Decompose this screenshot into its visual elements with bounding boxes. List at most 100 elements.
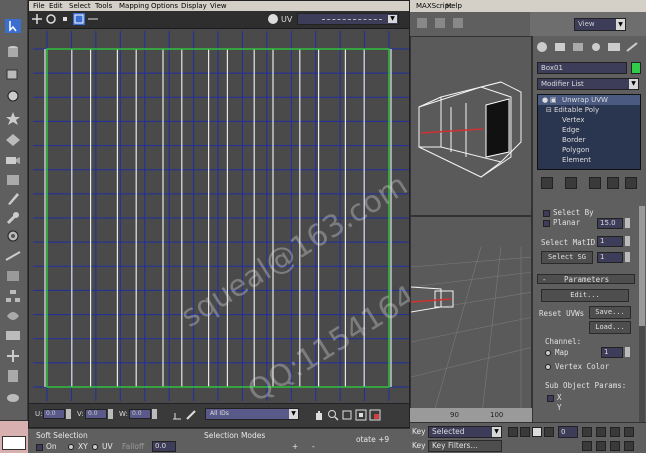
uv-radio[interactable] (92, 444, 98, 450)
edit-button[interactable]: Edit... (541, 289, 629, 302)
add-vertex-icon[interactable]: + (292, 442, 298, 451)
maximize-viewport-icon[interactable] (624, 441, 634, 451)
zoom-extents-viewport-icon[interactable] (624, 427, 634, 437)
rotate-icon[interactable] (45, 13, 57, 25)
cylinder-icon[interactable] (4, 44, 22, 60)
id-filter-dropdown[interactable]: All IDs ▼ (205, 408, 299, 420)
key-mode-dropdown[interactable]: Selected ▼ (428, 426, 502, 438)
select-region-icon[interactable] (434, 17, 446, 29)
stack-item-polygon[interactable]: Polygon (562, 145, 590, 155)
map-channel-field[interactable]: 1 (601, 347, 623, 358)
field-of-view-icon[interactable] (582, 441, 592, 451)
teapot-icon[interactable] (4, 388, 22, 404)
viewport-user[interactable] (410, 36, 532, 216)
map-radio[interactable] (545, 350, 551, 356)
utility-icon[interactable] (4, 348, 22, 364)
previous-frame-icon[interactable] (520, 427, 530, 437)
utilities-tab-icon[interactable] (625, 41, 639, 53)
menu-edit[interactable]: Edit (49, 1, 63, 11)
display-tab-icon[interactable] (607, 41, 621, 53)
play-icon[interactable] (532, 427, 542, 437)
modify-tab-icon[interactable] (553, 41, 567, 53)
xy-radio[interactable] (68, 444, 74, 450)
unwrap-tool-icon[interactable] (4, 268, 22, 284)
reference-coord-dropdown[interactable]: View ▼ (574, 18, 626, 31)
object-name-field[interactable]: Box01 (537, 62, 627, 74)
time-config-icon[interactable] (582, 427, 592, 437)
menu-display[interactable]: Display (181, 1, 207, 11)
scale-icon[interactable] (59, 13, 71, 25)
wrench-icon[interactable] (4, 210, 22, 226)
display-icon[interactable] (4, 328, 22, 344)
u-field[interactable]: 0.0 (43, 409, 65, 419)
falloff-field[interactable]: 0.0 (152, 441, 176, 452)
go-to-start-icon[interactable] (508, 427, 518, 437)
subtract-vertex-icon[interactable]: - (312, 442, 315, 451)
planar-angle-field[interactable]: 15.0 (597, 218, 623, 229)
object-color-swatch[interactable] (631, 62, 641, 74)
soft-on-checkbox[interactable] (36, 444, 43, 451)
pan-icon[interactable] (313, 409, 325, 421)
stack-item-edge[interactable]: Edge (562, 125, 580, 135)
panel-scroll-thumb[interactable] (639, 206, 645, 326)
helper-icon[interactable] (4, 132, 22, 148)
link-icon[interactable] (416, 17, 428, 29)
zoom-region-icon[interactable] (341, 409, 353, 421)
hierarchy-icon[interactable] (4, 288, 22, 304)
next-frame-icon[interactable] (544, 427, 554, 437)
select-by-checkbox[interactable] (543, 210, 550, 217)
u-spinner[interactable] (66, 409, 71, 419)
zoom-all-icon[interactable] (610, 427, 620, 437)
select-matid-label[interactable]: Select MatID (541, 238, 595, 247)
gear-icon[interactable] (4, 228, 22, 244)
parameters-rollout-header[interactable]: - Parameters (537, 274, 635, 284)
mirror-icon[interactable] (87, 13, 99, 25)
orbit-icon[interactable] (610, 441, 620, 451)
uv-display-icon[interactable]: UV (281, 13, 293, 25)
select-sg-spinner[interactable] (625, 252, 630, 262)
freeform-icon[interactable] (73, 13, 85, 25)
create-tab-icon[interactable] (535, 41, 549, 53)
motion-tab-icon[interactable] (589, 41, 603, 53)
light-icon[interactable] (4, 110, 22, 126)
pin-stack-icon[interactable] (541, 177, 553, 189)
motion-icon[interactable] (4, 308, 22, 324)
configure-sets-icon[interactable] (625, 177, 637, 189)
current-frame-field[interactable]: 0 (558, 426, 578, 438)
zoom-icon[interactable] (327, 409, 339, 421)
menu-help[interactable]: Help (446, 1, 462, 11)
select-sg-button[interactable]: Select SG (541, 251, 593, 264)
x-checkbox[interactable] (547, 395, 554, 402)
select-move-icon[interactable] (452, 17, 464, 29)
reset-uvws-button[interactable]: Reset UVWs (539, 309, 584, 318)
menu-options[interactable]: Options (151, 1, 178, 11)
timeline-ruler[interactable]: 90 100 (410, 408, 532, 422)
lock-icon[interactable] (171, 409, 183, 421)
color-swatch[interactable] (2, 436, 26, 450)
shape-icon[interactable] (4, 88, 22, 104)
stack-item-border[interactable]: Border (562, 135, 585, 145)
checker-icon[interactable] (267, 13, 279, 25)
zoom-extents-icon[interactable] (355, 409, 367, 421)
hierarchy-tab-icon[interactable] (571, 41, 585, 53)
texture-dropdown[interactable]: ▼ (297, 13, 399, 25)
bulb-icon[interactable]: ● (542, 95, 548, 105)
menu-view[interactable]: View (210, 1, 227, 11)
move-icon[interactable] (31, 13, 43, 25)
pan-view-icon[interactable] (596, 441, 606, 451)
viewport-perspective[interactable] (410, 216, 532, 422)
select-sg-field[interactable]: 1 (597, 252, 623, 263)
select-icon[interactable] (4, 18, 22, 34)
system-icon[interactable] (4, 172, 22, 188)
zoom-viewport-icon[interactable] (596, 427, 606, 437)
w-field[interactable]: 0.0 (129, 409, 151, 419)
box-icon[interactable] (4, 66, 22, 82)
key-filters-button[interactable]: Key Filters... (428, 440, 502, 452)
rotate-label[interactable]: otate +9 (356, 435, 389, 444)
planar-checkbox[interactable] (543, 220, 550, 227)
modifier-list-dropdown[interactable]: Modifier List ▼ (537, 78, 639, 90)
stack-item-unwrap[interactable]: Unwrap UVW (562, 95, 608, 105)
menu-mapping[interactable]: Mapping (119, 1, 149, 11)
vertex-color-radio[interactable] (545, 364, 551, 370)
render-icon[interactable] (4, 368, 22, 384)
